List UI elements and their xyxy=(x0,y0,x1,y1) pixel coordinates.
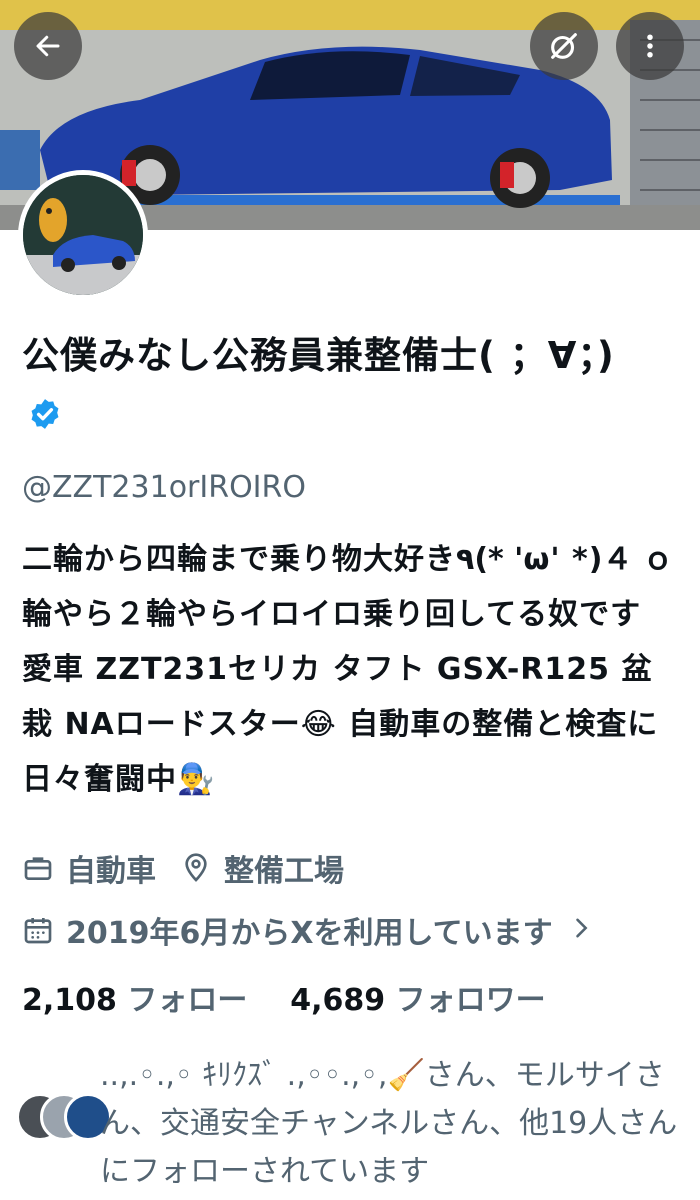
followers-link[interactable]: 4,689 フォロワー xyxy=(290,983,545,1018)
follow-counts: 2,108 フォロー 4,689 フォロワー xyxy=(22,975,546,1019)
following-label: フォロー xyxy=(127,983,248,1018)
calendar-icon xyxy=(22,914,54,946)
followed-by-avatars[interactable] xyxy=(16,1093,112,1141)
more-button[interactable] xyxy=(616,12,684,80)
arrow-left-icon xyxy=(36,35,60,57)
username: @ZZT231orIROIRO xyxy=(22,470,306,505)
profile-meta-category-location: 自動車 整備工場 xyxy=(22,846,344,890)
more-vertical-icon xyxy=(647,34,653,58)
verified-badge-icon[interactable] xyxy=(28,397,62,431)
followers-label: フォロワー xyxy=(395,983,546,1018)
joined-date-row[interactable]: 2019年6月からXを利用しています xyxy=(22,908,611,952)
display-name: 公僕みなし公務員兼整備士( ；∀；) xyxy=(22,334,615,377)
location-pin-icon xyxy=(180,852,212,884)
search-icon xyxy=(551,33,577,59)
joined-date: 2019年6月からXを利用しています xyxy=(66,916,553,951)
briefcase-icon xyxy=(22,852,54,884)
following-count: 2,108 xyxy=(22,983,117,1018)
profile-location: 整備工場 xyxy=(224,854,344,889)
profile-avatar[interactable] xyxy=(18,170,148,300)
avatar-image xyxy=(23,175,143,295)
display-name-row: 公僕みなし公務員兼整備士( ；∀；) xyxy=(22,328,662,440)
followers-count: 4,689 xyxy=(290,983,386,1018)
chevron-right-icon xyxy=(567,914,599,946)
followed-by-text[interactable]: ..,.◦.,◦ ｷﾘｸｽﾞ .,◦◦.,◦,🧹さん、モルサイさん、交通安全チャ… xyxy=(100,1052,680,1196)
following-link[interactable]: 2,108 フォロー xyxy=(22,983,258,1018)
profile-category: 自動車 xyxy=(66,854,156,889)
bio: 二輪から四輪まで乗り物大好き٩(* 'ω' *)４ ｏ輪やら２輪やらイロイロ乗り… xyxy=(22,542,674,797)
search-button[interactable] xyxy=(530,12,598,80)
back-button[interactable] xyxy=(14,12,82,80)
